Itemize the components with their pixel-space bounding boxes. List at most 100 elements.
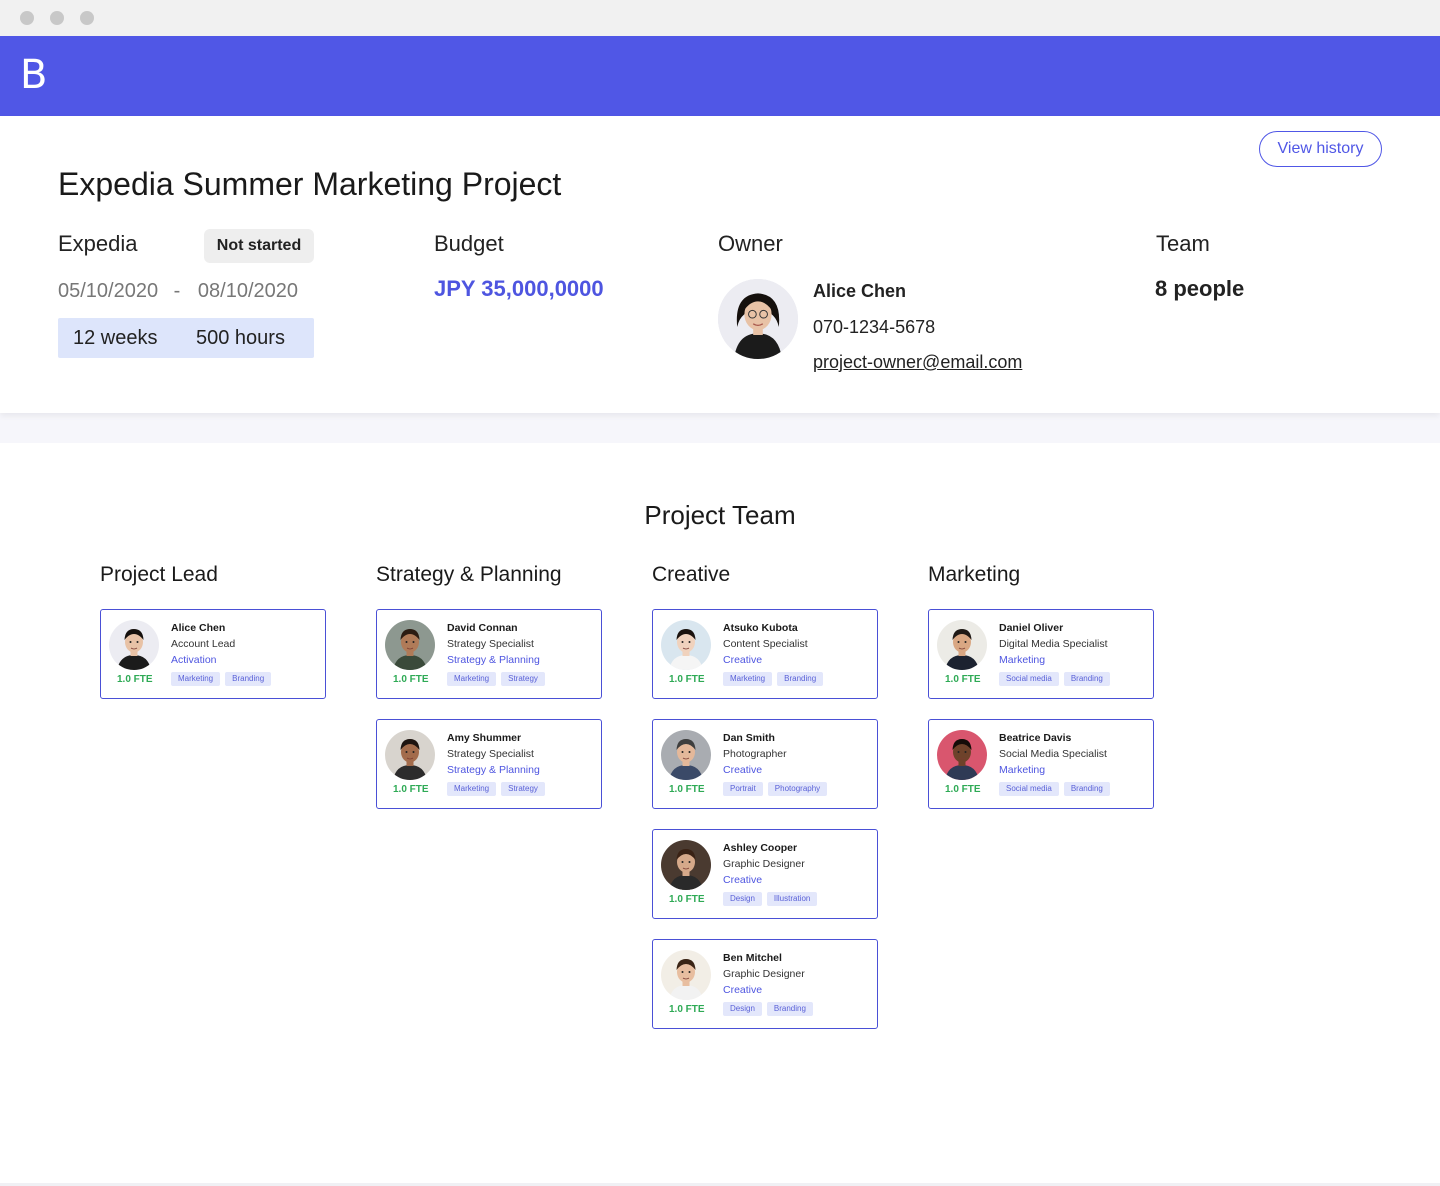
section-divider — [0, 413, 1440, 443]
member-name: David Connan — [447, 622, 518, 634]
section-title: Project Team — [644, 500, 796, 530]
member-name: Daniel Oliver — [999, 622, 1064, 634]
group-title-creative: Creative — [652, 563, 731, 586]
owner-email-link[interactable]: project-owner@email.com — [813, 352, 1022, 373]
owner-label: Owner — [718, 231, 783, 256]
member-card[interactable]: 1.0 FTE David Connan Strategy Specialist St… — [376, 609, 602, 699]
group-title-marketing: Marketing — [928, 563, 1021, 586]
member-role: Strategy Specialist — [447, 638, 534, 650]
member-role: Graphic Designer — [723, 858, 805, 870]
date-range: 05/10/2020 - 08/10/2020 — [58, 280, 298, 303]
skill-tags: Portrait Photography — [723, 782, 828, 796]
window-maximize-dot[interactable] — [80, 11, 94, 25]
member-card[interactable]: 1.0 FTE Dan Smith Photographer Creative Port… — [652, 719, 878, 809]
skill-tag: Marketing — [723, 672, 773, 686]
team-label: Team — [1156, 231, 1210, 256]
window-minimize-dot[interactable] — [50, 11, 64, 25]
member-department: Activation — [171, 654, 217, 666]
member-role: Graphic Designer — [723, 968, 805, 980]
member-avatar — [937, 620, 987, 670]
owner-phone: 070-1234-5678 — [813, 317, 936, 337]
status-badge: Not started — [204, 229, 314, 263]
group-title-project-lead: Project Lead — [100, 563, 218, 586]
budget-label: Budget — [434, 231, 504, 256]
member-department: Marketing — [999, 764, 1046, 776]
member-avatar — [385, 730, 435, 780]
client-name: Expedia — [58, 231, 138, 256]
fte-value: 1.0 FTE — [669, 674, 705, 685]
member-card[interactable]: 1.0 FTE Amy Shummer Strategy Specialist Str… — [376, 719, 602, 809]
member-card[interactable]: 1.0 FTE Ben Mitchel Graphic Designer Creati… — [652, 939, 878, 1029]
fte-value: 1.0 FTE — [117, 674, 153, 685]
start-date: 05/10/2020 — [58, 280, 159, 302]
fte-value: 1.0 FTE — [669, 1004, 705, 1015]
date-separator: - — [173, 280, 181, 302]
member-department: Marketing — [999, 654, 1046, 666]
top-navbar: B — [0, 36, 1440, 116]
skill-tag: Branding — [1063, 782, 1110, 796]
view-history-button[interactable]: View history — [1259, 131, 1382, 167]
skill-tag: Branding — [1063, 672, 1110, 686]
duration-hours: 500 hours — [196, 327, 285, 349]
skill-tag: Social media — [999, 672, 1059, 686]
skill-tag: Illustration — [766, 892, 818, 906]
member-role: Social Media Specialist — [999, 748, 1107, 760]
member-department: Creative — [723, 764, 763, 776]
member-name: Beatrice Davis — [999, 732, 1072, 744]
member-name: Ashley Cooper — [723, 842, 798, 854]
member-role: Account Lead — [171, 638, 236, 650]
member-card[interactable]: 1.0 FTE Ashley Cooper Graphic Designer Crea… — [652, 829, 878, 919]
fte-value: 1.0 FTE — [669, 784, 705, 795]
skill-tags: Design Branding — [723, 1002, 813, 1016]
skill-tag: Branding — [225, 672, 272, 686]
skill-tag: Strategy — [501, 782, 545, 796]
skill-tag: Marketing — [171, 672, 221, 686]
member-department: Strategy & Planning — [447, 764, 540, 776]
member-card[interactable]: 1.0 FTE Daniel Oliver Digital Media Specia… — [928, 609, 1154, 699]
skill-tag: Strategy — [501, 672, 545, 686]
member-avatar — [661, 950, 711, 1000]
member-department: Creative — [723, 654, 763, 666]
member-avatar — [661, 620, 711, 670]
member-name: Alice Chen — [171, 622, 226, 634]
skill-tags: Social media Branding — [999, 672, 1110, 686]
end-date: 08/10/2020 — [197, 280, 299, 302]
skill-tags: Marketing Strategy — [447, 672, 545, 686]
member-role: Strategy Specialist — [447, 748, 534, 760]
member-avatar — [385, 620, 435, 670]
skill-tag: Design — [723, 1002, 762, 1016]
member-role: Content Specialist — [723, 638, 808, 650]
page-title: Expedia Summer Marketing Project — [58, 166, 562, 202]
member-card[interactable]: 1.0 FTE Atsuko Kubota Content Specialist Cr… — [652, 609, 878, 699]
duration-weeks: 12 weeks — [73, 327, 158, 349]
skill-tag: Portrait — [723, 782, 763, 796]
member-name: Amy Shummer — [447, 732, 522, 744]
fte-value: 1.0 FTE — [945, 784, 981, 795]
skill-tags: Marketing Branding — [723, 672, 824, 686]
member-role: Digital Media Specialist — [999, 638, 1108, 650]
duration-box: 12 weeks 500 hours — [58, 318, 314, 358]
skill-tag: Branding — [766, 1002, 813, 1016]
window-close-dot[interactable] — [20, 11, 34, 25]
group-title-strategy-planning: Strategy & Planning — [376, 563, 562, 586]
member-department: Creative — [723, 874, 763, 886]
skill-tag: Design — [723, 892, 762, 906]
member-name: Dan Smith — [723, 732, 775, 744]
fte-value: 1.0 FTE — [945, 674, 981, 685]
budget-value: JPY 35,000,0000 — [434, 276, 604, 301]
member-avatar — [109, 620, 159, 670]
owner-avatar — [718, 279, 798, 359]
app-logo[interactable]: B — [20, 50, 47, 100]
member-name: Atsuko Kubota — [723, 622, 798, 634]
team-count: 8 people — [1155, 276, 1245, 301]
skill-tag: Social media — [999, 782, 1059, 796]
member-card[interactable]: 1.0 FTE Beatrice Davis Social Media Specia… — [928, 719, 1154, 809]
fte-value: 1.0 FTE — [393, 784, 429, 795]
skill-tags: Design Illustration — [723, 892, 818, 906]
skill-tag: Branding — [777, 672, 824, 686]
owner-name: Alice Chen — [813, 281, 907, 301]
member-name: Ben Mitchel — [723, 952, 782, 964]
skill-tag: Photography — [767, 782, 828, 796]
member-card[interactable]: 1.0 FTE Alice Chen Account Lead Activation M… — [100, 609, 326, 699]
member-role: Photographer — [723, 748, 787, 760]
